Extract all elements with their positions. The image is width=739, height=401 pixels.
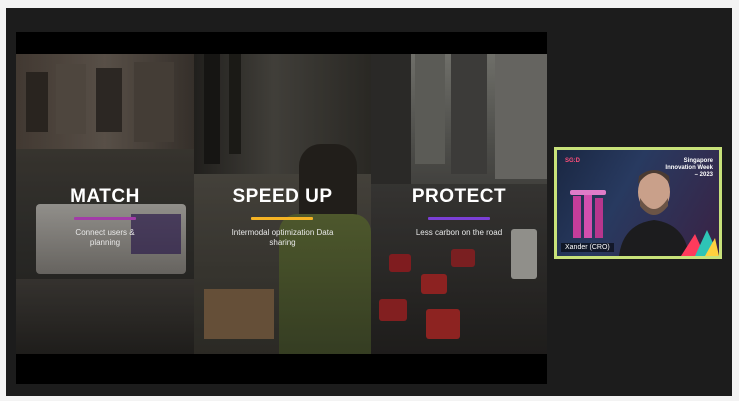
presentation-slide: MATCH Connect users & planning SPEED UP …: [16, 54, 547, 354]
slide-panel-protect: PROTECT Less carbon on the road: [371, 54, 547, 354]
participant-video-tile[interactable]: SG:D Singapore Innovation Week – 2023 Xa…: [554, 147, 722, 259]
slide-panel-speed-up: SPEED UP Intermodal optimization Data sh…: [194, 54, 371, 354]
participant-name-label: Xander (CRO): [561, 243, 614, 252]
panel-heading: PROTECT: [411, 186, 507, 207]
panel-subtitle: Intermodal optimization Data sharing: [231, 228, 334, 247]
meeting-window: MATCH Connect users & planning SPEED UP …: [6, 8, 732, 396]
panel-heading: MATCH: [70, 186, 140, 207]
panel-subtitle: Less carbon on the road: [415, 228, 503, 237]
screen-share-view: MATCH Connect users & planning SPEED UP …: [16, 32, 547, 384]
skyline-graphic: [570, 190, 606, 238]
accent-bar: [428, 217, 490, 220]
panel-subtitle: Connect users & planning: [75, 228, 135, 247]
accent-bar: [251, 217, 313, 220]
participant-video: [619, 170, 689, 256]
panel-heading: SPEED UP: [232, 186, 333, 207]
slide-panel-match: MATCH Connect users & planning: [16, 54, 194, 354]
virtual-background-logo: SG:D: [565, 158, 580, 164]
accent-bar: [74, 217, 136, 220]
decor-colorbar: [681, 230, 719, 256]
